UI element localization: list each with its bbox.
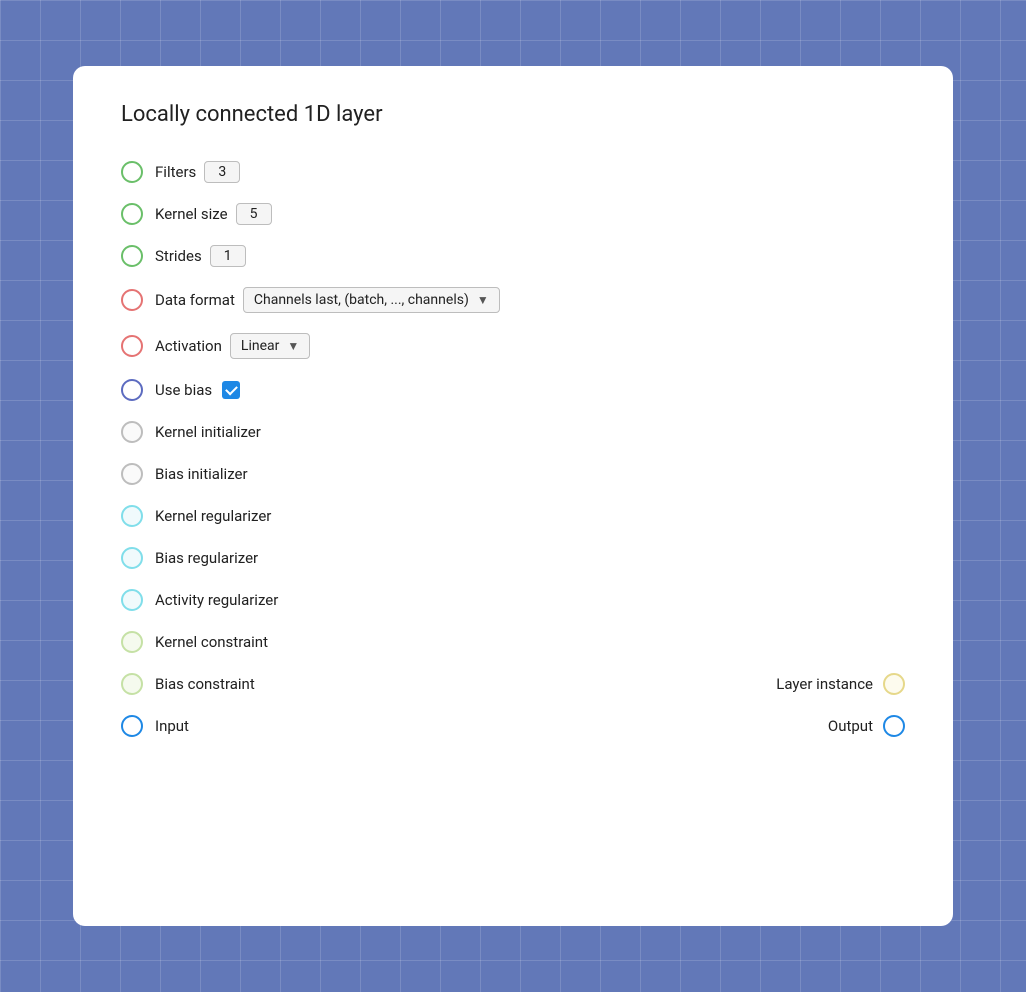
label-kernel-regularizer: Kernel regularizer [155, 507, 271, 525]
row-bias-initializer: Bias initializer [121, 453, 905, 495]
circle-use-bias [121, 379, 143, 401]
row-use-bias: Use bias [121, 369, 905, 411]
row-strides: Strides 1 [121, 235, 905, 277]
row-kernel-initializer: Kernel initializer [121, 411, 905, 453]
label-kernel-initializer: Kernel initializer [155, 423, 261, 441]
right-output: Output [828, 715, 905, 737]
circle-bias-regularizer [121, 547, 143, 569]
checkbox-use-bias[interactable] [222, 381, 240, 399]
label-use-bias: Use bias [155, 381, 212, 399]
label-bias-initializer: Bias initializer [155, 465, 248, 483]
row-kernel-regularizer: Kernel regularizer [121, 495, 905, 537]
circle-activity-regularizer [121, 589, 143, 611]
dropdown-activation[interactable]: Linear ▼ [230, 333, 310, 359]
row-kernel-size: Kernel size 5 [121, 193, 905, 235]
right-layer-instance: Layer instance [776, 673, 905, 695]
input-filters[interactable]: 3 [204, 161, 240, 183]
input-kernel-size[interactable]: 5 [236, 203, 272, 225]
label-kernel-constraint: Kernel constraint [155, 633, 268, 651]
label-activity-regularizer: Activity regularizer [155, 591, 278, 609]
card-title: Locally connected 1D layer [121, 102, 905, 127]
dropdown-data-format[interactable]: Channels last, (batch, ..., channels) ▼ [243, 287, 500, 313]
row-activity-regularizer: Activity regularizer [121, 579, 905, 621]
label-bias-constraint: Bias constraint [155, 675, 255, 693]
row-bias-regularizer: Bias regularizer [121, 537, 905, 579]
card: Locally connected 1D layer Filters 3 Ker… [73, 66, 953, 926]
row-bias-constraint: Bias constraint Layer instance [121, 663, 905, 705]
circle-kernel-regularizer [121, 505, 143, 527]
circle-bias-constraint [121, 673, 143, 695]
label-activation: Activation [155, 337, 222, 355]
circle-input [121, 715, 143, 737]
circle-activation [121, 335, 143, 357]
label-data-format: Data format [155, 291, 235, 309]
circle-layer-instance [883, 673, 905, 695]
row-input: Input Output [121, 705, 905, 747]
label-kernel-size: Kernel size [155, 205, 228, 223]
circle-data-format [121, 289, 143, 311]
label-output: Output [828, 717, 873, 735]
label-strides: Strides [155, 247, 202, 265]
circle-strides [121, 245, 143, 267]
circle-output [883, 715, 905, 737]
circle-kernel-constraint [121, 631, 143, 653]
label-layer-instance: Layer instance [776, 675, 873, 693]
label-bias-regularizer: Bias regularizer [155, 549, 258, 567]
input-strides[interactable]: 1 [210, 245, 246, 267]
label-input: Input [155, 717, 189, 735]
circle-filters [121, 161, 143, 183]
dropdown-data-format-value: Channels last, (batch, ..., channels) [254, 292, 469, 308]
circle-kernel-initializer [121, 421, 143, 443]
label-filters: Filters [155, 163, 196, 181]
row-activation: Activation Linear ▼ [121, 323, 905, 369]
row-data-format: Data format Channels last, (batch, ..., … [121, 277, 905, 323]
chevron-down-icon-activation: ▼ [287, 339, 299, 353]
row-kernel-constraint: Kernel constraint [121, 621, 905, 663]
row-filters: Filters 3 [121, 151, 905, 193]
circle-kernel-size [121, 203, 143, 225]
circle-bias-initializer [121, 463, 143, 485]
chevron-down-icon: ▼ [477, 293, 489, 307]
dropdown-activation-value: Linear [241, 338, 279, 354]
